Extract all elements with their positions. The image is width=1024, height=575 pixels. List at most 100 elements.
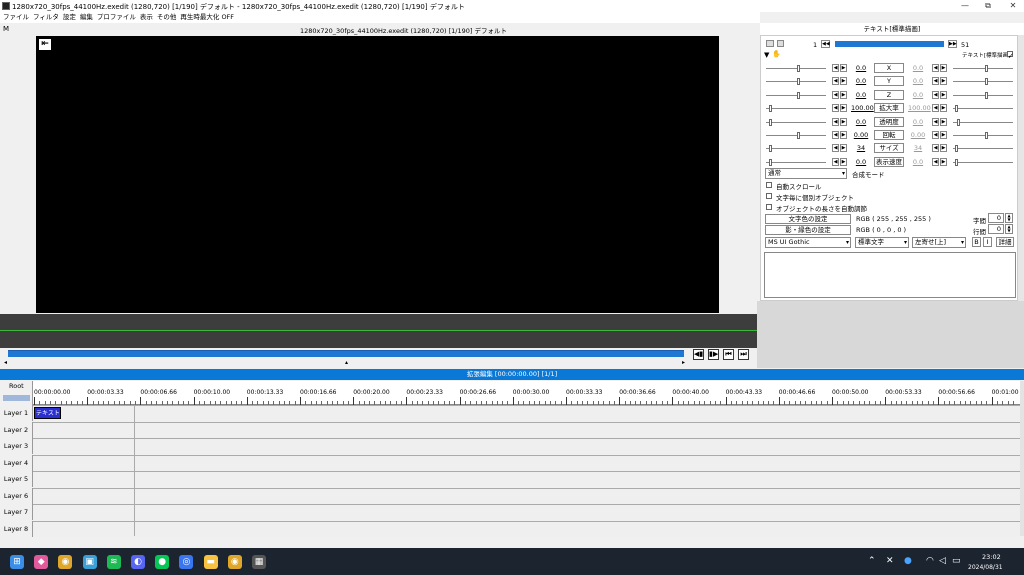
param-right-slider-knob[interactable] xyxy=(955,158,958,166)
param-right-decrement-icon[interactable]: ◀ xyxy=(932,64,939,72)
layer-label[interactable]: Layer 3 xyxy=(0,438,33,454)
param-left-decrement-icon[interactable]: ◀ xyxy=(832,144,839,153)
param-left-decrement-icon[interactable]: ◀ xyxy=(832,117,839,126)
grid-icon[interactable] xyxy=(777,40,784,47)
param-right-decrement-icon[interactable]: ◀ xyxy=(932,117,939,126)
param-right-value[interactable]: 0.0 xyxy=(908,77,928,85)
line-spacing-spinner[interactable]: ▲ ▼ xyxy=(1005,224,1013,234)
param-name-button[interactable]: Z xyxy=(874,89,904,100)
minimize-button[interactable]: — xyxy=(958,1,972,11)
param-left-slider[interactable] xyxy=(766,121,826,123)
windows-start-icon[interactable]: ⊞ xyxy=(10,555,24,569)
param-right-increment-icon[interactable]: ▶ xyxy=(940,131,947,139)
prev-frame-button[interactable]: ◀▮ xyxy=(693,349,704,360)
param-right-slider-knob[interactable] xyxy=(985,78,988,86)
menu-maximize-playback[interactable]: 再生時最大化 OFF xyxy=(180,12,234,23)
param-right-slider[interactable] xyxy=(953,68,1013,69)
italic-button[interactable]: I xyxy=(983,237,992,247)
wifi-icon[interactable]: ◠ xyxy=(926,556,934,566)
clock-date[interactable]: 2024/08/31 xyxy=(968,564,1003,571)
layer-row[interactable] xyxy=(0,405,1020,421)
menu-file[interactable]: ファイル xyxy=(3,12,29,23)
param-left-decrement-icon[interactable]: ◀ xyxy=(832,157,839,166)
param-left-value[interactable]: 0.0 xyxy=(851,64,871,72)
auto-scroll-checkbox[interactable] xyxy=(766,182,772,188)
param-left-slider-knob[interactable] xyxy=(769,145,772,153)
frame-range-bar[interactable] xyxy=(835,41,944,47)
param-left-increment-icon[interactable]: ▶ xyxy=(840,117,847,126)
close-tray-icon[interactable]: ✕ xyxy=(886,556,894,566)
camera-icon[interactable] xyxy=(766,40,774,47)
layer-row[interactable] xyxy=(0,487,1020,504)
param-right-value[interactable]: 0.0 xyxy=(908,91,928,99)
param-left-slider-knob[interactable] xyxy=(769,105,772,113)
param-right-slider-knob[interactable] xyxy=(955,145,958,153)
param-right-increment-icon[interactable]: ▶ xyxy=(940,104,947,113)
layer-label[interactable]: Layer 4 xyxy=(0,454,33,471)
layer-label[interactable]: Layer 7 xyxy=(0,504,33,520)
auto-length-checkbox[interactable] xyxy=(766,204,772,210)
param-left-increment-icon[interactable]: ▶ xyxy=(840,131,847,139)
param-left-slider-knob[interactable] xyxy=(797,65,800,72)
param-left-value[interactable]: 0.0 xyxy=(851,77,871,85)
param-right-increment-icon[interactable]: ▶ xyxy=(940,117,947,126)
photos-icon[interactable]: ▣ xyxy=(82,555,97,569)
param-left-value[interactable]: 34 xyxy=(851,144,871,152)
param-right-value[interactable]: 34 xyxy=(908,144,928,152)
param-left-increment-icon[interactable]: ▶ xyxy=(840,77,847,86)
param-right-increment-icon[interactable]: ▶ xyxy=(940,144,947,153)
param-left-slider-knob[interactable] xyxy=(797,91,800,99)
shadow-color-button[interactable]: 影・縁色の設定 xyxy=(765,225,851,235)
battery-icon[interactable]: ▭ xyxy=(952,556,961,566)
layer-label[interactable]: Layer 1 xyxy=(0,405,33,421)
text-object-clip[interactable]: テキスト[標 xyxy=(34,407,61,419)
security-icon[interactable]: ● xyxy=(904,556,912,566)
param-left-increment-icon[interactable]: ▶ xyxy=(840,144,847,153)
param-right-decrement-icon[interactable]: ◀ xyxy=(932,104,939,113)
param-right-slider[interactable] xyxy=(953,81,1013,83)
param-right-slider[interactable] xyxy=(953,161,1013,163)
back-to-start-icon[interactable]: ⇤ xyxy=(39,39,51,50)
char-spacing-spinner[interactable]: ▲ ▼ xyxy=(1005,213,1013,223)
param-right-value[interactable]: 0.00 xyxy=(908,131,928,139)
param-right-increment-icon[interactable]: ▶ xyxy=(940,64,947,72)
spotify-icon[interactable]: ≋ xyxy=(106,555,121,569)
next-frame-button[interactable]: ▮▶ xyxy=(708,349,719,360)
speaker-icon[interactable]: ◁ xyxy=(939,556,946,566)
param-right-slider-knob[interactable] xyxy=(985,65,988,72)
param-left-slider-knob[interactable] xyxy=(797,78,800,86)
char-spacing-input[interactable]: 0 xyxy=(988,213,1004,223)
param-right-decrement-icon[interactable]: ◀ xyxy=(932,157,939,166)
chrome-icon[interactable]: ◉ xyxy=(58,555,73,569)
clock-time[interactable]: 23:02 xyxy=(982,553,1001,561)
param-right-decrement-icon[interactable]: ◀ xyxy=(932,77,939,86)
param-left-value[interactable]: 0.00 xyxy=(851,131,871,139)
param-right-slider-knob[interactable] xyxy=(957,118,960,126)
aviutl-icon[interactable]: ▦ xyxy=(252,555,266,569)
param-left-slider-knob[interactable] xyxy=(769,158,772,166)
layer-row[interactable] xyxy=(0,438,1020,454)
text-style-select[interactable]: 標準文字 xyxy=(855,237,909,248)
menu-settings[interactable]: 設定 xyxy=(63,12,76,23)
param-left-slider[interactable] xyxy=(766,135,826,136)
close-button[interactable]: ✕ xyxy=(1006,1,1020,11)
param-right-value[interactable]: 100.00 xyxy=(908,104,931,112)
text-input-area[interactable] xyxy=(764,252,1016,298)
param-left-increment-icon[interactable]: ▶ xyxy=(840,90,847,99)
param-left-slider[interactable] xyxy=(766,68,826,69)
param-right-slider[interactable] xyxy=(953,121,1013,123)
param-left-increment-icon[interactable]: ▶ xyxy=(840,64,847,72)
menu-profile[interactable]: プロファイル xyxy=(97,12,136,23)
param-left-slider-knob[interactable] xyxy=(769,118,772,126)
filter-enable-checkbox[interactable]: ✓ xyxy=(1007,51,1014,60)
param-left-increment-icon[interactable]: ▶ xyxy=(840,104,847,113)
menu-view[interactable]: 表示 xyxy=(140,12,153,23)
param-left-slider[interactable] xyxy=(766,161,826,163)
seek-bar[interactable] xyxy=(8,350,684,357)
param-name-button[interactable]: 透明度 xyxy=(874,116,904,127)
param-name-button[interactable]: 拡大率 xyxy=(874,103,904,114)
chrome-icon-2[interactable]: ◉ xyxy=(227,555,242,569)
param-right-increment-icon[interactable]: ▶ xyxy=(940,77,947,86)
frame-end-arrow-icon[interactable]: ▶▶ xyxy=(948,40,957,48)
param-right-slider-knob[interactable] xyxy=(985,91,988,99)
